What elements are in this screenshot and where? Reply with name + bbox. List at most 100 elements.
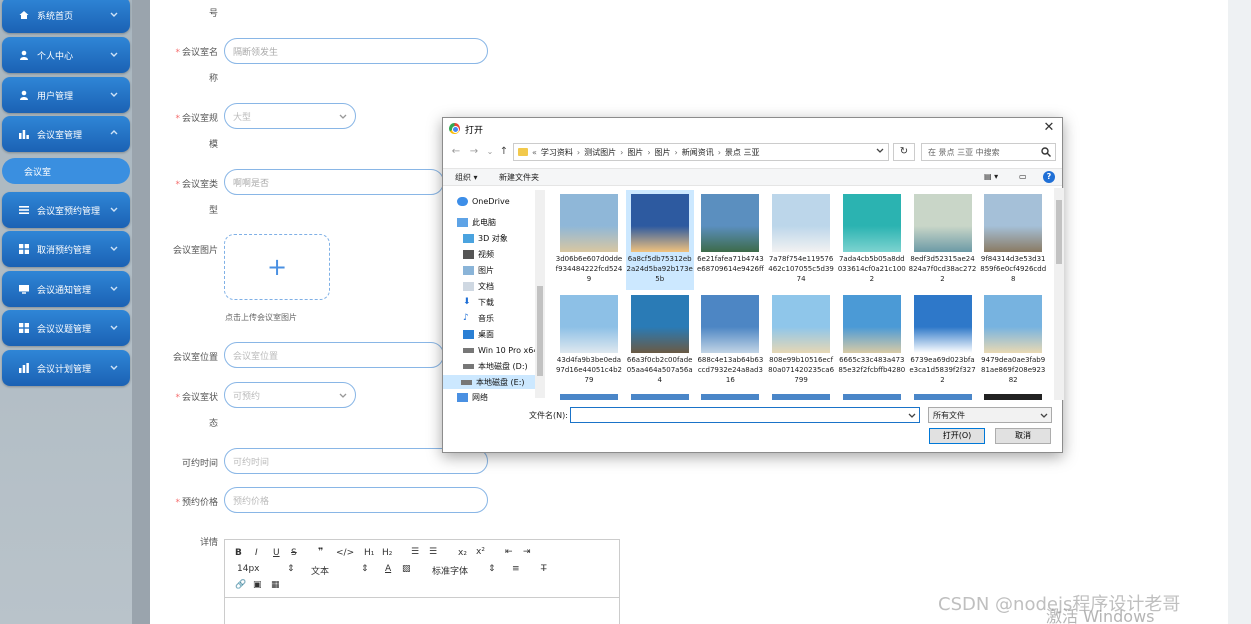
file-item[interactable]: 66a3f0cb2c00fade05aa464a507a56a4 <box>626 291 694 391</box>
sidebar-item-cancellations[interactable]: 取消预约管理 <box>2 231 130 267</box>
room-status-select[interactable]: 可预约 <box>224 382 356 408</box>
font-size-select[interactable]: 14px <box>237 564 260 574</box>
font-color-button[interactable]: A <box>385 564 391 574</box>
clear-format-icon[interactable]: T̶ <box>541 564 547 574</box>
image-thumbnail[interactable] <box>701 394 760 400</box>
breadcrumb-item[interactable]: 学习资料 <box>541 147 573 158</box>
nav-item-this-pc[interactable]: 此电脑 <box>457 215 496 229</box>
indent-icon[interactable]: ⇥ <box>523 547 531 557</box>
nav-item-music[interactable]: ♪ 音乐 <box>463 311 494 325</box>
file-item[interactable]: 6665c33c483a47385e32f2fcbffb4280 <box>838 291 906 391</box>
subscript-button[interactable]: x₂ <box>458 548 467 558</box>
nav-scrollbar[interactable] <box>535 190 545 398</box>
sidebar-item-users[interactable]: 用户管理 <box>2 77 130 113</box>
new-folder-button[interactable]: 新建文件夹 <box>499 172 539 183</box>
room-size-select[interactable]: 大型 <box>224 103 356 129</box>
background-color-icon[interactable]: ▨ <box>402 564 411 574</box>
price-input[interactable]: 预约价格 <box>224 487 488 513</box>
nav-item-videos[interactable]: 视频 <box>463 247 494 261</box>
room-name-input[interactable]: 隔断领发生 <box>224 38 488 64</box>
file-item[interactable]: 9f84314d3e53d31859f6e0cf4926cdd8 <box>979 190 1047 290</box>
bullet-list-icon[interactable]: ☰ <box>429 547 437 557</box>
close-icon[interactable]: ✕ <box>1042 121 1056 135</box>
text-type-select[interactable]: 文本 <box>311 564 329 577</box>
sidebar-subitem-room[interactable]: 会议室 <box>2 158 130 184</box>
bold-button[interactable]: B <box>235 548 242 558</box>
help-icon[interactable]: ? <box>1043 171 1055 183</box>
nav-item-drive-e[interactable]: 本地磁盘 (E:) <box>443 375 535 389</box>
nav-item-pictures[interactable]: 图片 <box>463 263 494 277</box>
video-icon[interactable]: ▦ <box>271 580 280 590</box>
image-icon[interactable]: ▣ <box>253 580 262 590</box>
up-arrow-icon[interactable]: ↑ <box>497 145 511 159</box>
file-item[interactable]: 6e21fafea71b4743e68709614e9426ff <box>696 190 764 290</box>
nav-item-downloads[interactable]: ⬇ 下载 <box>463 295 494 309</box>
chevron-down-icon[interactable] <box>908 411 916 422</box>
file-item[interactable]: 7a78f754e119576462c107055c5d3974 <box>767 190 835 290</box>
recent-chevron-icon[interactable]: ⌄ <box>483 145 497 159</box>
file-item[interactable]: 808e99b10516ecf80a071420235ca6799 <box>767 291 835 391</box>
file-item[interactable]: 43d4fa9b3be0eda97d16e44051c4b279 <box>555 291 623 391</box>
nav-item-documents[interactable]: 文档 <box>463 279 494 293</box>
back-arrow-icon[interactable]: ← <box>449 145 463 159</box>
scrollbar-thumb[interactable] <box>537 286 543 376</box>
filetype-select[interactable]: 所有文件 <box>928 407 1052 423</box>
image-thumbnail[interactable] <box>560 394 618 400</box>
nav-item-3d-objects[interactable]: 3D 对象 <box>463 231 508 245</box>
file-item[interactable]: 6a8cf5db75312eb2a24d5ba92b173e5b <box>625 190 694 290</box>
image-upload-button[interactable]: + <box>224 234 330 300</box>
breadcrumb-item[interactable]: 测试图片 <box>584 147 616 158</box>
file-item[interactable]: 6739ea69d023bfae3ca1d5839f2f3272 <box>909 291 977 391</box>
sidebar-item-topics[interactable]: 会议议题管理 <box>2 310 130 346</box>
sidebar-item-home[interactable]: 系统首页 <box>2 0 130 33</box>
filename-input[interactable] <box>570 407 920 423</box>
sidebar-item-plans[interactable]: 会议计划管理 <box>2 350 130 386</box>
link-icon[interactable]: 🔗 <box>235 580 246 590</box>
address-bar[interactable]: « 学习资料 › 测试图片 › 图片 › 图片 › 新闻资讯 › 景点 三亚 <box>513 143 889 161</box>
file-item[interactable]: 9479dea0ae3fab981ae869f208e92382 <box>979 291 1047 391</box>
nav-item-drive-d[interactable]: 本地磁盘 (D:) <box>463 359 528 373</box>
organize-button[interactable]: 组织 ▾ <box>455 172 478 183</box>
file-item[interactable]: 688c4e13ab64b63ccd7932e24a8ad316 <box>696 291 764 391</box>
sidebar-item-profile[interactable]: 个人中心 <box>2 37 130 73</box>
room-location-input[interactable]: 会议室位置 <box>224 342 444 368</box>
folder-search-input[interactable]: 在 景点 三亚 中搜索 <box>921 143 1056 161</box>
h2-button[interactable]: H₂ <box>382 548 392 558</box>
refresh-icon[interactable]: ↻ <box>893 143 915 161</box>
rich-text-editor[interactable]: B I U S ❞ </> H₁ H₂ ☰ ☰ x₂ x² ⇤ ⇥ 14px ⇕… <box>224 539 620 624</box>
scrollbar-thumb[interactable] <box>1056 200 1062 264</box>
chevron-down-icon[interactable] <box>876 146 884 156</box>
sidebar-item-bookings[interactable]: 会议室预约管理 <box>2 192 130 228</box>
sidebar-item-notices[interactable]: 会议通知管理 <box>2 271 130 307</box>
strike-button[interactable]: S <box>291 548 297 558</box>
image-thumbnail[interactable] <box>630 394 689 400</box>
forward-arrow-icon[interactable]: → <box>467 145 481 159</box>
nav-item-drive-c[interactable]: Win 10 Pro x64 <box>463 343 538 357</box>
open-button[interactable]: 打开(O) <box>929 428 985 444</box>
underline-button[interactable]: U <box>273 548 280 558</box>
code-icon[interactable]: </> <box>336 548 354 558</box>
file-item[interactable]: 7ada4cb5b05a8dd033614cf0a21c1002 <box>838 190 906 290</box>
font-family-select[interactable]: 标准字体 <box>432 564 468 577</box>
nav-item-onedrive[interactable]: OneDrive <box>457 194 510 208</box>
h1-button[interactable]: H₁ <box>364 548 374 558</box>
image-thumbnail[interactable] <box>772 394 831 400</box>
superscript-button[interactable]: x² <box>476 547 485 557</box>
image-thumbnail[interactable] <box>984 394 1043 400</box>
cancel-button[interactable]: 取消 <box>995 428 1051 444</box>
align-icon[interactable]: ≡ <box>512 564 520 574</box>
breadcrumb-item[interactable]: 图片 <box>627 147 643 158</box>
nav-item-network[interactable]: 网络 <box>457 392 488 402</box>
breadcrumb-item[interactable]: 新闻资讯 <box>682 147 714 158</box>
file-scrollbar[interactable] <box>1054 188 1064 400</box>
preview-pane-icon[interactable]: ▭ <box>1019 172 1027 181</box>
image-thumbnail[interactable] <box>913 394 972 400</box>
file-item[interactable]: 8edf3d52315ae24824a7f0cd38ac2722 <box>909 190 977 290</box>
view-options-icon[interactable]: ▤ ▾ <box>984 172 998 181</box>
breadcrumb-item[interactable]: 图片 <box>655 147 671 158</box>
breadcrumb-item[interactable]: 景点 三亚 <box>725 147 760 158</box>
italic-button[interactable]: I <box>255 548 258 558</box>
quote-icon[interactable]: ❞ <box>318 547 323 557</box>
outdent-icon[interactable]: ⇤ <box>505 547 513 557</box>
room-type-input[interactable]: 啊啊是否 <box>224 169 444 195</box>
